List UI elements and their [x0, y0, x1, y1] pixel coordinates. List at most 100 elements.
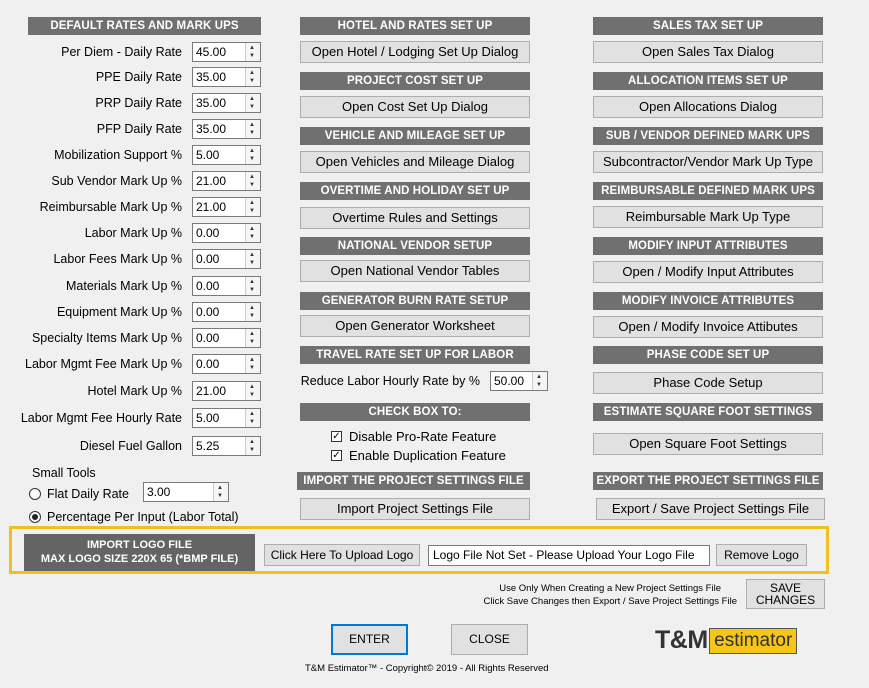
upload-logo-button[interactable]: Click Here To Upload Logo	[264, 544, 420, 566]
rate-label: Labor Mark Up %	[84, 226, 182, 240]
rate-value: 21.00	[196, 200, 227, 214]
flat-rate-input[interactable]: 3.00 ▲ ▼	[143, 482, 229, 502]
rate-label: Diesel Fuel Gallon	[79, 439, 182, 453]
rate-input[interactable]: 0.00 ▲ ▼	[192, 249, 261, 269]
overtime-rules-button[interactable]: Overtime Rules and Settings	[300, 207, 530, 229]
spinner-arrows-icon[interactable]: ▲ ▼	[245, 172, 260, 190]
cost-setup-button[interactable]: Open Cost Set Up Dialog	[300, 96, 530, 118]
rate-value: 0.00	[196, 226, 220, 240]
travel-rate-value: 50.00	[494, 374, 525, 388]
spinner-arrows-icon[interactable]: ▲ ▼	[245, 409, 260, 427]
spinner-arrows-icon[interactable]: ▲ ▼	[245, 198, 260, 216]
rate-value: 0.00	[196, 331, 220, 345]
logo-label-box: IMPORT LOGO FILE MAX LOGO SIZE 220X 65 (…	[24, 534, 255, 571]
spinner-arrows-icon[interactable]: ▲ ▼	[245, 382, 260, 400]
rate-input[interactable]: 35.00 ▲ ▼	[192, 93, 261, 113]
spinner-arrows-icon[interactable]: ▲ ▼	[245, 43, 260, 61]
vendor-header: NATIONAL VENDOR SETUP	[300, 237, 530, 255]
spinner-arrows-icon[interactable]: ▲ ▼	[213, 483, 228, 501]
rate-value: 0.00	[196, 252, 220, 266]
pro-rate-label: Disable Pro-Rate Feature	[349, 429, 497, 444]
export-settings-button[interactable]: Export / Save Project Settings File	[596, 498, 825, 520]
export-header: EXPORT THE PROJECT SETTINGS FILE	[593, 472, 823, 490]
spinner-arrows-icon[interactable]: ▲ ▼	[245, 68, 260, 86]
allocations-button[interactable]: Open Allocations Dialog	[593, 96, 823, 118]
phase-code-button[interactable]: Phase Code Setup	[593, 372, 823, 394]
rate-value: 0.00	[196, 279, 220, 293]
rate-input[interactable]: 0.00 ▲ ▼	[192, 223, 261, 243]
close-button[interactable]: CLOSE	[451, 624, 528, 655]
spinner-arrows-icon[interactable]: ▲ ▼	[245, 303, 260, 321]
spinner-arrows-icon[interactable]: ▲ ▼	[245, 355, 260, 373]
checkbox-header: CHECK BOX TO:	[300, 403, 530, 421]
input-attributes-button[interactable]: Open / Modify Input Attributes	[593, 261, 823, 283]
spinner-arrows-icon[interactable]: ▲ ▼	[245, 120, 260, 138]
flat-rate-label: Flat Daily Rate	[47, 487, 129, 501]
spinner-arrows-icon[interactable]: ▲ ▼	[245, 437, 260, 455]
square-foot-button[interactable]: Open Square Foot Settings	[593, 433, 823, 455]
duplication-label: Enable Duplication Feature	[349, 448, 506, 463]
generator-header: GENERATOR BURN RATE SETUP	[300, 292, 530, 310]
rate-input[interactable]: 5.00 ▲ ▼	[192, 408, 261, 428]
save-changes-button[interactable]: SAVE CHANGES	[746, 579, 825, 609]
rate-label: Reimbursable Mark Up %	[39, 200, 182, 214]
rate-label: Mobilization Support %	[54, 148, 182, 162]
rate-value: 0.00	[196, 305, 220, 319]
input-attributes-header: MODIFY INPUT ATTRIBUTES	[593, 237, 823, 255]
brand-estimator: estimator	[709, 627, 798, 654]
vendor-tables-button[interactable]: Open National Vendor Tables	[300, 260, 530, 282]
rate-input[interactable]: 0.00 ▲ ▼	[192, 276, 261, 296]
hotel-header: HOTEL AND RATES SET UP	[300, 17, 530, 35]
rate-input[interactable]: 5.00 ▲ ▼	[192, 145, 261, 165]
rate-input[interactable]: 21.00 ▲ ▼	[192, 381, 261, 401]
rate-input[interactable]: 0.00 ▲ ▼	[192, 354, 261, 374]
sub-vendor-button[interactable]: Subcontractor/Vendor Mark Up Type	[593, 151, 823, 173]
spinner-arrows-icon[interactable]: ▲ ▼	[532, 372, 547, 390]
rate-value: 0.00	[196, 357, 220, 371]
enter-button[interactable]: ENTER	[331, 624, 408, 655]
rate-label: PRP Daily Rate	[95, 96, 182, 110]
travel-header: TRAVEL RATE SET UP FOR LABOR	[300, 346, 530, 364]
rate-input[interactable]: 35.00 ▲ ▼	[192, 119, 261, 139]
flat-rate-radio[interactable]	[29, 488, 41, 500]
rate-input[interactable]: 0.00 ▲ ▼	[192, 302, 261, 322]
hotel-dialog-button[interactable]: Open Hotel / Lodging Set Up Dialog	[300, 41, 530, 63]
rate-input[interactable]: 5.25 ▲ ▼	[192, 436, 261, 456]
spinner-arrows-icon[interactable]: ▲ ▼	[245, 94, 260, 112]
rate-label: PFP Daily Rate	[96, 122, 182, 136]
vehicle-header: VEHICLE AND MILEAGE SET UP	[300, 127, 530, 145]
checkmark-icon: ✓	[332, 450, 341, 461]
duplication-checkbox[interactable]: ✓	[331, 450, 342, 461]
logo-label-line2: MAX LOGO SIZE 220X 65 (*BMP FILE)	[40, 553, 239, 565]
import-header: IMPORT THE PROJECT SETTINGS FILE	[297, 472, 530, 490]
reimbursable-button[interactable]: Reimbursable Mark Up Type	[593, 206, 823, 228]
travel-rate-input[interactable]: 50.00 ▲ ▼	[490, 371, 548, 391]
rate-label: Labor Mgmt Fee Mark Up %	[25, 357, 182, 371]
logo-file-field[interactable]: Logo File Not Set - Please Upload Your L…	[428, 545, 710, 566]
project-cost-header: PROJECT COST SET UP	[300, 72, 530, 90]
rate-input[interactable]: 0.00 ▲ ▼	[192, 328, 261, 348]
spinner-arrows-icon[interactable]: ▲ ▼	[245, 146, 260, 164]
spinner-arrows-icon[interactable]: ▲ ▼	[245, 250, 260, 268]
import-settings-button[interactable]: Import Project Settings File	[300, 498, 530, 520]
rate-input[interactable]: 35.00 ▲ ▼	[192, 67, 261, 87]
rate-input[interactable]: 21.00 ▲ ▼	[192, 197, 261, 217]
brand-tm: T&M	[655, 626, 708, 654]
rate-value: 21.00	[196, 384, 227, 398]
sales-tax-button[interactable]: Open Sales Tax Dialog	[593, 41, 823, 63]
remove-logo-button[interactable]: Remove Logo	[716, 544, 807, 566]
rate-label: Labor Mgmt Fee Hourly Rate	[20, 411, 182, 425]
rate-input[interactable]: 21.00 ▲ ▼	[192, 171, 261, 191]
invoice-attributes-button[interactable]: Open / Modify Invoice Attibutes	[593, 316, 823, 338]
rate-value: 5.25	[196, 439, 220, 453]
rate-input[interactable]: 45.00 ▲ ▼	[192, 42, 261, 62]
travel-rate-label: Reduce Labor Hourly Rate by %	[300, 374, 480, 388]
generator-worksheet-button[interactable]: Open Generator Worksheet	[300, 315, 530, 337]
pro-rate-checkbox[interactable]: ✓	[331, 431, 342, 442]
rate-label: Sub Vendor Mark Up %	[51, 174, 182, 188]
spinner-arrows-icon[interactable]: ▲ ▼	[245, 329, 260, 347]
percentage-radio[interactable]	[29, 511, 41, 523]
spinner-arrows-icon[interactable]: ▲ ▼	[245, 224, 260, 242]
spinner-arrows-icon[interactable]: ▲ ▼	[245, 277, 260, 295]
vehicles-dialog-button[interactable]: Open Vehicles and Mileage Dialog	[300, 151, 530, 173]
